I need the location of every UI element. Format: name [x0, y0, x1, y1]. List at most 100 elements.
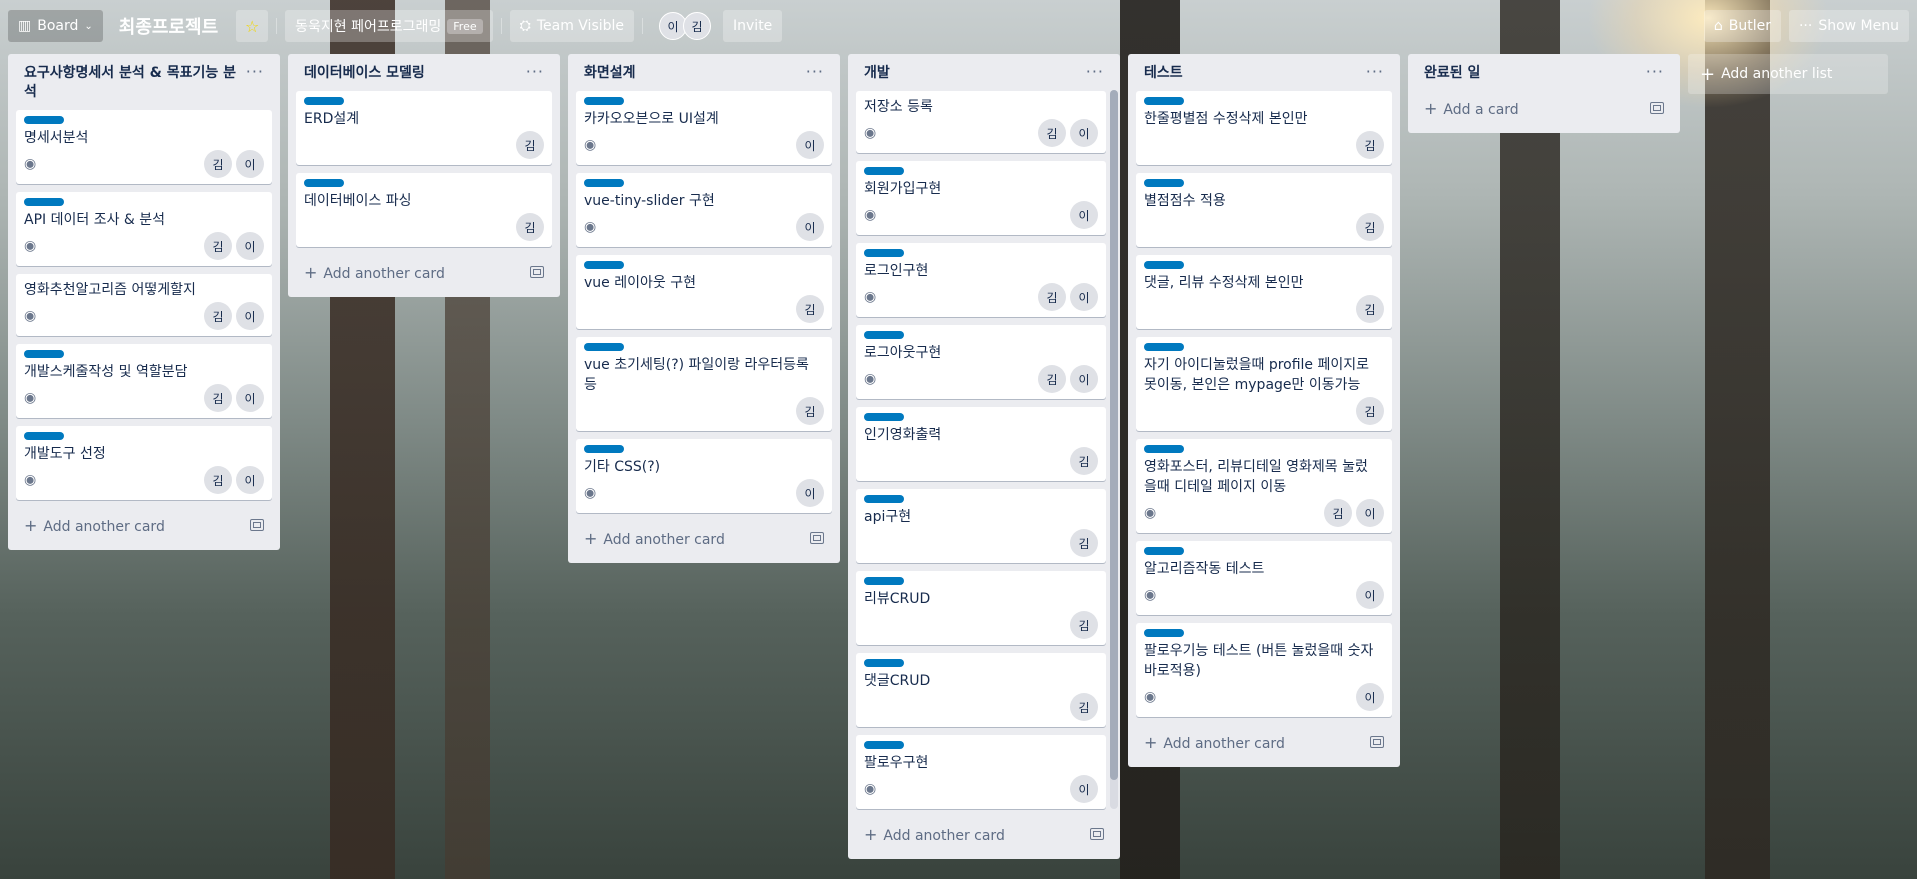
- card-label[interactable]: [24, 198, 64, 206]
- avatar[interactable]: 이: [1070, 119, 1098, 147]
- card[interactable]: 알고리즘작동 테스트 ◉ 이: [1136, 541, 1392, 615]
- card[interactable]: vue 레이아웃 구현 김: [576, 255, 832, 329]
- avatar[interactable]: 김: [1070, 693, 1098, 721]
- more-icon[interactable]: ···: [1646, 64, 1664, 80]
- card[interactable]: 팔로우구현 ◉ 이: [856, 735, 1106, 809]
- avatar[interactable]: 이: [1070, 365, 1098, 393]
- card[interactable]: 개발도구 선정 ◉ 김 이: [16, 426, 272, 500]
- avatar[interactable]: 김: [1356, 397, 1384, 425]
- more-icon[interactable]: ···: [526, 64, 544, 80]
- more-icon[interactable]: ···: [246, 64, 264, 80]
- add-card-link[interactable]: + Add another card: [864, 825, 1005, 844]
- card-label[interactable]: [584, 261, 624, 269]
- card-label[interactable]: [1144, 343, 1184, 351]
- workspace-button[interactable]: 동욱지현 페어프로그래밍 Free: [285, 10, 493, 42]
- avatar[interactable]: 김: [516, 213, 544, 241]
- card[interactable]: API 데이터 조사 & 분석 ◉ 김 이: [16, 192, 272, 266]
- card-template-icon[interactable]: [810, 532, 824, 544]
- avatar[interactable]: 이: [236, 232, 264, 260]
- card-label[interactable]: [864, 167, 904, 175]
- avatar[interactable]: 이: [236, 466, 264, 494]
- avatar[interactable]: 김: [1038, 365, 1066, 393]
- avatar[interactable]: 김: [204, 232, 232, 260]
- list-title[interactable]: 데이터베이스 모델링: [304, 64, 425, 83]
- card-label[interactable]: [1144, 97, 1184, 105]
- avatar[interactable]: 김: [1356, 131, 1384, 159]
- avatar[interactable]: 김: [1038, 283, 1066, 311]
- list-title[interactable]: 테스트: [1144, 64, 1183, 83]
- card[interactable]: api구현 김: [856, 489, 1106, 563]
- card[interactable]: 회원가입구현 ◉ 이: [856, 161, 1106, 235]
- more-icon[interactable]: ···: [806, 64, 824, 80]
- card-label[interactable]: [304, 97, 344, 105]
- avatar[interactable]: 김: [204, 150, 232, 178]
- card-label[interactable]: [1144, 261, 1184, 269]
- star-button[interactable]: ☆: [236, 10, 269, 42]
- avatar[interactable]: 이: [236, 384, 264, 412]
- avatar[interactable]: 김: [204, 384, 232, 412]
- add-card-button[interactable]: + Add a card: [1416, 91, 1672, 125]
- card[interactable]: 데이터베이스 파싱 김: [296, 173, 552, 247]
- avatar[interactable]: 이: [796, 213, 824, 241]
- card-label[interactable]: [304, 179, 344, 187]
- avatar[interactable]: 김: [1324, 499, 1352, 527]
- visibility-button[interactable]: ⛭ Team Visible: [509, 10, 635, 42]
- card-label[interactable]: [864, 495, 904, 503]
- avatar[interactable]: 이: [1070, 283, 1098, 311]
- card-template-icon[interactable]: [530, 266, 544, 278]
- add-card-button[interactable]: + Add another card: [16, 508, 272, 542]
- list-title[interactable]: 요구사항명세서 분석 & 목표기능 분석: [24, 64, 246, 102]
- card-template-icon[interactable]: [1650, 102, 1664, 114]
- card-label[interactable]: [1144, 629, 1184, 637]
- card-label[interactable]: [24, 116, 64, 124]
- avatar[interactable]: 이: [1356, 499, 1384, 527]
- card-label[interactable]: [584, 97, 624, 105]
- card[interactable]: 기타 CSS(?) ◉ 이: [576, 439, 832, 513]
- avatar[interactable]: 이: [796, 479, 824, 507]
- card[interactable]: 로그아웃구현 ◉ 김 이: [856, 325, 1106, 399]
- card[interactable]: 댓글, 리뷰 수정삭제 본인만 김: [1136, 255, 1392, 329]
- card[interactable]: 로그인구현 ◉ 김 이: [856, 243, 1106, 317]
- avatar[interactable]: 김: [204, 302, 232, 330]
- invite-button[interactable]: Invite: [723, 10, 783, 42]
- card[interactable]: 팔로우기능 테스트 (버튼 눌렀을때 숫자바로적용) ◉ 이: [1136, 623, 1392, 717]
- card[interactable]: 영화포스터, 리뷰디테일 영화제목 눌렀을때 디테일 페이지 이동 ◉ 김 이: [1136, 439, 1392, 533]
- avatar[interactable]: 김: [683, 12, 712, 40]
- card[interactable]: 댓글CRUD 김: [856, 653, 1106, 727]
- add-card-button[interactable]: + Add another card: [1136, 725, 1392, 759]
- board-title[interactable]: 최종프로젝트: [109, 10, 230, 42]
- card-label[interactable]: [864, 659, 904, 667]
- avatar[interactable]: 김: [796, 295, 824, 323]
- card[interactable]: 개발스케줄작성 및 역할분담 ◉ 김 이: [16, 344, 272, 418]
- avatar[interactable]: 김: [1356, 213, 1384, 241]
- add-card-link[interactable]: + Add another card: [24, 516, 165, 535]
- card[interactable]: vue-tiny-slider 구현 ◉ 이: [576, 173, 832, 247]
- card-label[interactable]: [864, 331, 904, 339]
- card-template-icon[interactable]: [250, 519, 264, 531]
- card[interactable]: ERD설계 김: [296, 91, 552, 165]
- avatar[interactable]: 김: [516, 131, 544, 159]
- list-title[interactable]: 개발: [864, 64, 890, 83]
- card-label[interactable]: [1144, 547, 1184, 555]
- card-label[interactable]: [24, 432, 64, 440]
- avatar[interactable]: 이: [1356, 683, 1384, 711]
- list-title[interactable]: 화면설계: [584, 64, 636, 83]
- card[interactable]: 카카오오븐으로 UI설계 ◉ 이: [576, 91, 832, 165]
- board-switcher-button[interactable]: ▥ Board ⌄: [8, 10, 103, 42]
- card[interactable]: 한줄평별점 수정삭제 본인만 김: [1136, 91, 1392, 165]
- card-label[interactable]: [584, 343, 624, 351]
- card[interactable]: 저장소 등록 ◉ 김 이: [856, 91, 1106, 153]
- add-card-button[interactable]: + Add another card: [576, 521, 832, 555]
- add-card-link[interactable]: + Add another card: [1144, 733, 1285, 752]
- card[interactable]: 자기 아이디눌렀을때 profile 페이지로 못이동, 본인은 mypage만…: [1136, 337, 1392, 431]
- card-label[interactable]: [584, 445, 624, 453]
- card-label[interactable]: [864, 249, 904, 257]
- list-scrollbar[interactable]: [1110, 90, 1118, 809]
- card-label[interactable]: [1144, 179, 1184, 187]
- add-card-link[interactable]: + Add a card: [1424, 99, 1519, 118]
- card-label[interactable]: [864, 577, 904, 585]
- add-card-button[interactable]: + Add another card: [296, 255, 552, 289]
- card-label[interactable]: [24, 350, 64, 358]
- card[interactable]: 별점점수 적용 김: [1136, 173, 1392, 247]
- avatar[interactable]: 김: [1070, 611, 1098, 639]
